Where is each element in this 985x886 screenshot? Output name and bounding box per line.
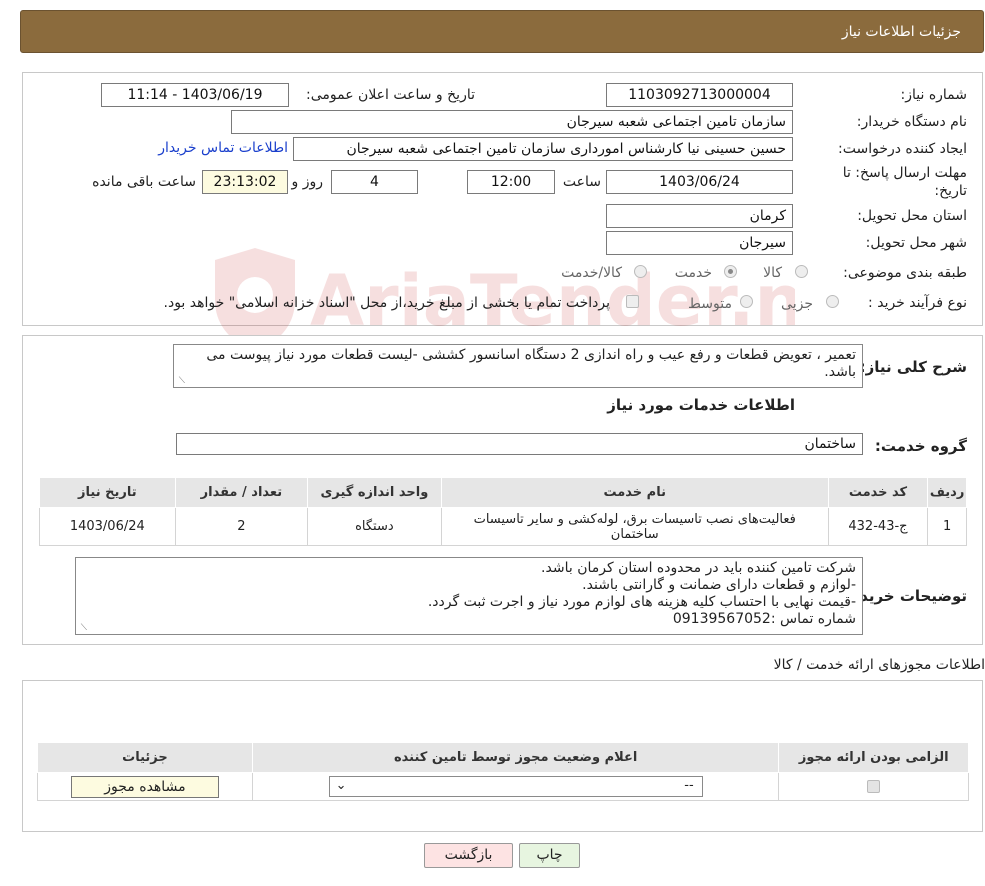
process-minor-radio[interactable] [826,295,839,308]
process-minor-label: جزیی [781,296,813,312]
remaining-label: ساعت باقی مانده [92,174,196,190]
col-permit-details: جزئیات [37,742,253,773]
page-header: جزئیات اطلاعات نیاز [20,10,984,53]
permits-section-title: اطلاعات مجوزهای ارائه خدمت / کالا [773,657,985,673]
col-index: ردیف [927,477,967,508]
row-date: 1403/06/24 [39,507,176,546]
col-qty: تعداد / مقدار [174,477,309,508]
col-name: نام خدمت [440,477,829,508]
province-field: کرمان [606,204,793,228]
days-field: 4 [331,170,418,194]
payment-note: پرداخت تمام یا بخشی از مبلغ خرید،از محل … [163,295,610,311]
deadline-time-label: ساعت [562,174,601,190]
permits-table: الزامی بودن ارائه مجوز اعلام وضعیت مجوز … [37,742,969,801]
announce-date-label: تاریخ و ساعت اعلان عمومی: [306,87,475,103]
buyer-org-field: سازمان تامین اجتماعی شعبه سیرجان [231,110,793,134]
days-label: روز و [291,174,324,190]
permit-status-select[interactable]: ⌄ -- [328,776,703,797]
process-label: نوع فرآیند خرید : [868,295,967,311]
table-row: 1 ج-43-432 فعالیت‌های نصب تاسیسات برق، ل… [39,507,967,546]
city-field: سیرجان [606,231,793,255]
summary-label: شرح کلی نیاز: [859,358,967,376]
col-unit: واحد اندازه گیری [307,477,442,508]
announce-date-field: 1403/06/19 - 11:14 [101,83,289,107]
city-label: شهر محل تحویل: [865,235,967,251]
buyer-org-label: نام دستگاه خریدار: [856,114,967,130]
row-code: ج-43-432 [827,507,929,546]
buyer-notes-textarea[interactable]: شرکت تامین کننده باید در محدوده استان کر… [75,557,863,635]
permit-status-value: -- [684,778,694,793]
services-table-header: ردیف کد خدمت نام خدمت واحد اندازه گیری ت… [39,477,967,508]
table-row: ⌄ -- مشاهده مجوز [37,772,969,801]
row-index: 1 [927,507,967,546]
print-button[interactable]: چاپ [519,843,580,868]
category-goods-radio[interactable] [795,265,808,278]
summary-textarea[interactable]: تعمیر ، تعویض قطعات و رفع عیب و راه اندا… [173,344,863,388]
back-button[interactable]: بازگشت [424,843,513,868]
deadline-time-field: 12:00 [467,170,555,194]
process-medium-label: متوسط [688,296,732,312]
services-section-title: اطلاعات خدمات مورد نیاز [607,396,795,414]
creator-label: ایجاد کننده درخواست: [838,141,967,157]
treasury-checkbox[interactable] [626,295,639,308]
category-service-label: خدمت [674,265,712,281]
row-qty: 2 [174,507,309,546]
col-date: تاریخ نیاز [39,477,176,508]
buyer-notes-line: شرکت تامین کننده باید در محدوده استان کر… [541,560,856,576]
view-permit-button[interactable]: مشاهده مجوز [70,775,219,798]
chevron-down-icon: ⌄ [335,778,347,793]
summary-text: تعمیر ، تعویض قطعات و رفع عیب و راه اندا… [206,347,856,380]
permits-table-header: الزامی بودن ارائه مجوز اعلام وضعیت مجوز … [37,742,969,773]
services-table: ردیف کد خدمت نام خدمت واحد اندازه گیری ت… [39,477,967,546]
process-medium-radio[interactable] [740,295,753,308]
row-unit: دستگاه [307,507,442,546]
service-group-label: گروه خدمت: [874,437,967,455]
deadline-label: مهلت ارسال پاسخ: تا [842,165,967,181]
resize-grip-icon[interactable]: ⟋ [176,377,185,386]
permit-required-checkbox [867,780,881,793]
province-label: استان محل تحویل: [857,208,967,224]
category-goods-label: کالا [763,265,782,281]
col-permit-status: اعلام وضعیت مجوز توسط تامین کننده [251,742,780,773]
category-goods-service-label: کالا/خدمت [561,265,622,281]
resize-grip-icon[interactable]: ⟋ [78,624,87,633]
contact-info-link[interactable]: اطلاعات تماس خریدار [158,140,288,156]
col-permit-required: الزامی بودن ارائه مجوز [778,742,969,773]
remaining-time-field: 23:13:02 [202,170,288,194]
buyer-notes-line: شماره تماس :09139567052 [672,611,856,627]
col-code: کد خدمت [827,477,929,508]
buyer-notes-line: -لوازم و قطعات دارای ضمانت و گارانتی باش… [582,577,856,593]
service-group-field: ساختمان [176,433,863,455]
need-number-label: شماره نیاز: [900,87,968,103]
page-title: جزئیات اطلاعات نیاز [841,24,961,40]
category-label: طبقه بندی موضوعی: [843,265,967,281]
deadline-date-label: تاریخ: [934,183,967,199]
category-service-radio[interactable] [724,265,737,278]
row-name: فعالیت‌های نصب تاسیسات برق، لوله‌کشی و س… [440,507,829,546]
creator-field: حسین حسینی نیا کارشناس امورداری سازمان ت… [293,137,793,161]
buyer-notes-line: -قیمت نهایی با احتساب کلیه هزینه های لوا… [427,594,856,610]
category-goods-service-radio[interactable] [634,265,647,278]
need-number-field: 1103092713000004 [606,83,793,107]
deadline-date-field: 1403/06/24 [606,170,793,194]
